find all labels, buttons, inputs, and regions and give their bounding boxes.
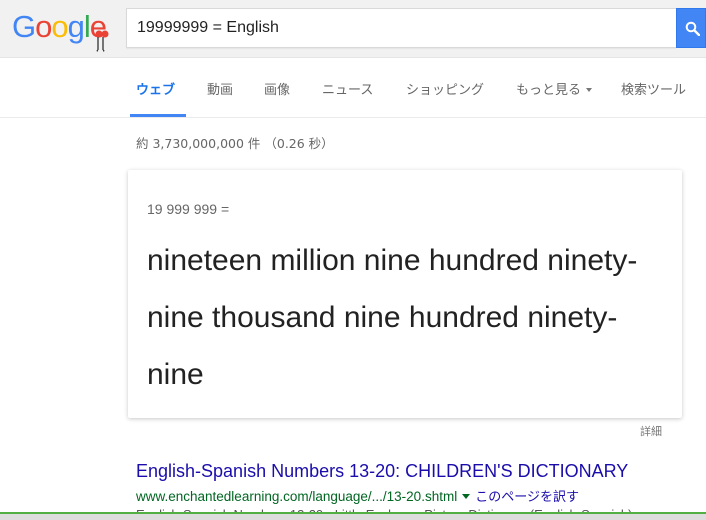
tab-bar: ウェブ 動画 画像 ニュース ショッピング もっと見る 検索ツール <box>0 58 706 118</box>
result-title-link[interactable]: English-Spanish Numbers 13-20: CHILDREN'… <box>136 461 628 482</box>
search-icon <box>685 21 700 36</box>
answer-card: 19 999 999 = nineteen million nine hundr… <box>128 170 682 418</box>
tab-more[interactable]: もっと見る <box>516 79 593 98</box>
search-input[interactable] <box>127 9 676 47</box>
result-url-row: www.enchantedlearning.com/language/.../1… <box>136 486 579 505</box>
result-stats: 約 3,730,000,000 件 （0.26 秒） <box>136 136 334 151</box>
tab-videos[interactable]: 動画 <box>207 79 233 98</box>
card-result-text: nineteen million nine hundred ninety-nin… <box>147 244 638 391</box>
tab-more-label: もっと見る <box>516 83 582 98</box>
tab-images[interactable]: 画像 <box>264 79 290 98</box>
tab-shopping[interactable]: ショッピング <box>406 79 484 98</box>
header: Google <box>0 0 706 58</box>
active-tab-indicator <box>130 114 186 117</box>
tab-search-tools[interactable]: 検索ツール <box>621 79 686 98</box>
result-url: www.enchantedlearning.com/language/.../1… <box>136 489 458 504</box>
bottom-bar <box>0 512 706 520</box>
tab-web[interactable]: ウェブ <box>136 79 175 98</box>
tab-news[interactable]: ニュース <box>322 79 373 98</box>
translate-link[interactable]: このページを訳す <box>475 490 579 505</box>
url-options-icon[interactable] <box>462 494 471 499</box>
card-query: 19 999 999 = <box>147 201 230 217</box>
details-link[interactable]: 詳細 <box>640 423 662 439</box>
search-box[interactable] <box>126 8 676 48</box>
doodle-icon <box>95 30 109 52</box>
search-button[interactable] <box>676 8 706 48</box>
chevron-down-icon <box>586 88 593 92</box>
